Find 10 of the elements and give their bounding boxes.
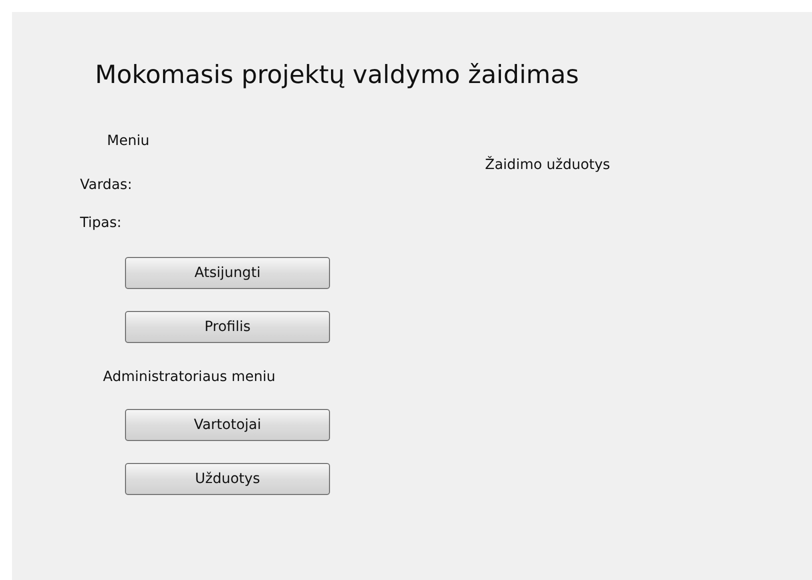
admin-button[interactable]: Užduotys: [125, 463, 330, 495]
admin-menu-heading: Administratoriaus meniu: [103, 369, 276, 385]
window-title: Mokomasis projektų valdymo žaidimas: [95, 60, 579, 89]
field-label: Vardas:: [80, 177, 132, 193]
admin-button[interactable]: Vartotojai: [125, 409, 330, 441]
menu-heading: Meniu: [107, 133, 150, 149]
tasks-heading: Žaidimo užduotys: [485, 157, 610, 173]
menu-button[interactable]: Atsijungti: [125, 257, 330, 289]
field-label: Tipas:: [80, 215, 122, 231]
menu-button[interactable]: Profilis: [125, 311, 330, 343]
